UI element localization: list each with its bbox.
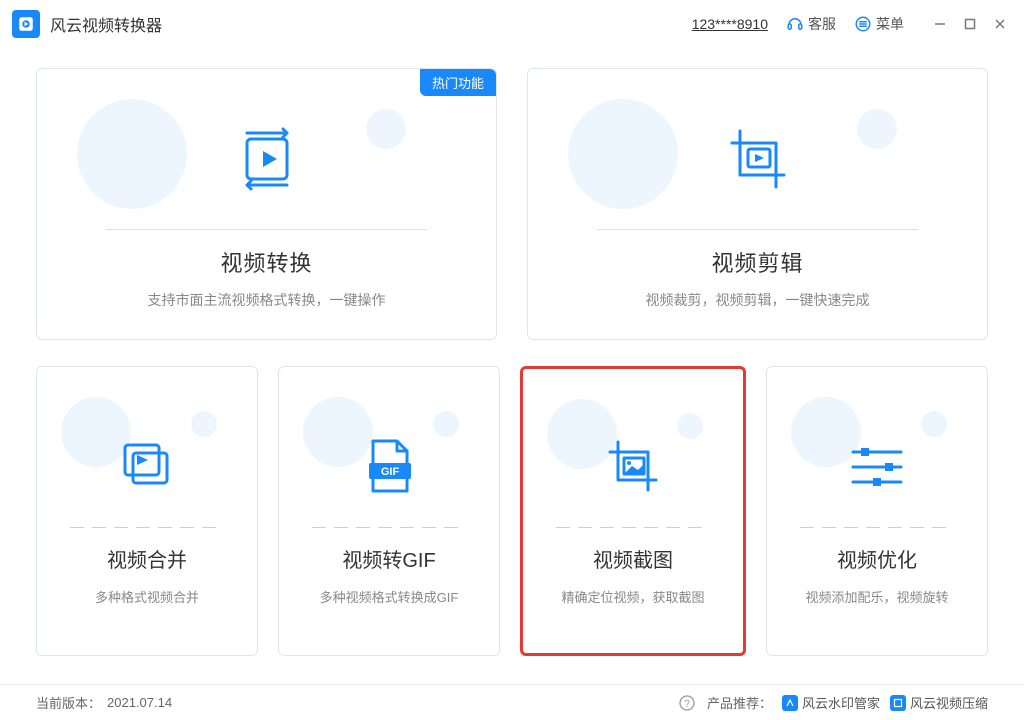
version-value: 2021.07.14 <box>107 695 172 710</box>
hot-badge: 热门功能 <box>420 69 496 96</box>
card-title: 视频优化 <box>837 544 917 573</box>
menu-button[interactable]: 菜单 <box>854 14 904 34</box>
card-title: 视频剪辑 <box>711 246 803 278</box>
maximize-button[interactable] <box>958 12 982 36</box>
gif-icon: GIF <box>279 417 499 517</box>
card-desc: 视频裁剪，视频剪辑，一键快速完成 <box>646 290 870 310</box>
recommend-item-watermark[interactable]: 风云水印管家 <box>782 693 880 712</box>
capture-icon <box>523 417 743 517</box>
card-video-capture[interactable]: 视频截图 精确定位视频，获取截图 <box>520 366 746 656</box>
support-button[interactable]: 客服 <box>786 14 836 34</box>
card-title: 视频转GIF <box>342 544 435 573</box>
svg-text:?: ? <box>684 699 690 710</box>
card-desc: 多种视频格式转换成GIF <box>320 587 459 606</box>
recommend-label-1: 风云水印管家 <box>802 693 880 712</box>
svg-text:GIF: GIF <box>381 466 400 478</box>
card-video-optimize[interactable]: 视频优化 视频添加配乐，视频旋转 <box>766 366 988 656</box>
compress-icon <box>890 695 906 711</box>
support-label: 客服 <box>808 14 836 34</box>
title-bar: 风云视频转换器 123****8910 客服 菜单 <box>0 0 1024 48</box>
close-button[interactable] <box>988 12 1012 36</box>
menu-icon <box>854 15 872 33</box>
edit-icon <box>528 99 987 219</box>
card-desc: 视频添加配乐，视频旋转 <box>805 587 948 606</box>
user-id-link[interactable]: 123****8910 <box>692 16 768 32</box>
card-desc: 支持市面主流视频格式转换，一键操作 <box>148 290 386 310</box>
app-title: 风云视频转换器 <box>50 12 162 36</box>
card-video-gif[interactable]: GIF 视频转GIF 多种视频格式转换成GIF <box>278 366 500 656</box>
card-title: 视频转换 <box>220 246 312 278</box>
headset-icon <box>786 15 804 33</box>
card-video-merge[interactable]: 视频合并 多种格式视频合并 <box>36 366 258 656</box>
main-content: 热门功能 视频转换 支持市面主流视频格式转换，一键操作 视频剪辑 视频裁剪，视频… <box>0 48 1024 666</box>
menu-label: 菜单 <box>876 14 904 34</box>
minimize-button[interactable] <box>928 12 952 36</box>
recommend-label: 产品推荐： <box>707 693 772 712</box>
card-title: 视频合并 <box>107 544 187 573</box>
recommend-label-2: 风云视频压缩 <box>910 693 988 712</box>
merge-icon <box>37 417 257 517</box>
app-logo-icon <box>12 10 40 38</box>
recommend-item-compress[interactable]: 风云视频压缩 <box>890 693 988 712</box>
watermark-icon <box>782 695 798 711</box>
card-desc: 多种格式视频合并 <box>95 587 199 606</box>
card-video-edit[interactable]: 视频剪辑 视频裁剪，视频剪辑，一键快速完成 <box>527 68 988 340</box>
optimize-icon <box>767 417 987 517</box>
card-title: 视频截图 <box>593 544 673 573</box>
card-desc: 精确定位视频，获取截图 <box>561 587 704 606</box>
version-label: 当前版本： <box>36 693 101 712</box>
card-video-convert[interactable]: 热门功能 视频转换 支持市面主流视频格式转换，一键操作 <box>36 68 497 340</box>
help-icon: ? <box>679 695 695 711</box>
footer-bar: 当前版本： 2021.07.14 ? 产品推荐： 风云水印管家 风云视频压缩 <box>0 684 1024 720</box>
convert-icon <box>37 99 496 219</box>
